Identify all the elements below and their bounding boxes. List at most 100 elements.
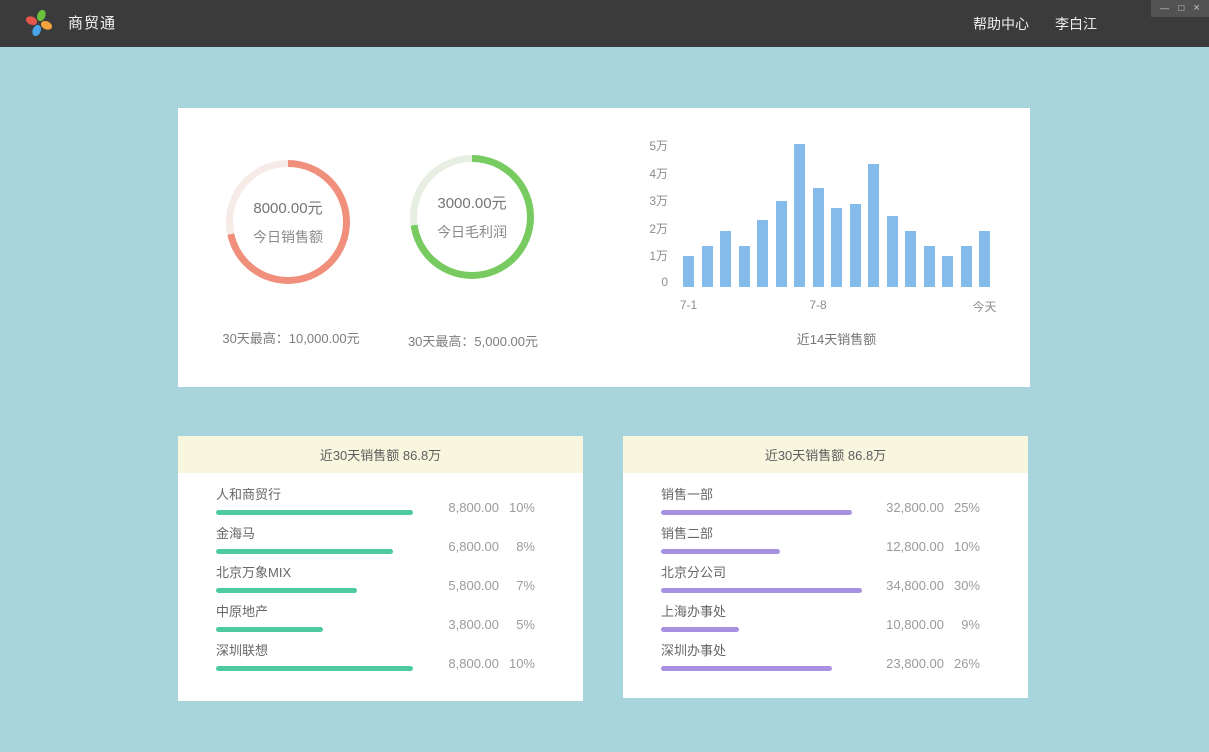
item-name: 人和商贸行 [216, 484, 417, 503]
sales-percent: 30% [944, 578, 980, 593]
progress-bar [216, 627, 323, 632]
item-name: 金海马 [216, 523, 417, 542]
today-profit-30d-max: 30天最高：5,000.00元 [383, 331, 563, 350]
bar-chart-title: 近14天销售额 [683, 329, 990, 348]
list-item: 中原地产3,800.005% [216, 607, 535, 632]
sales-percent: 7% [499, 578, 535, 593]
sales-bar [831, 208, 842, 287]
y-axis-tick: 1万 [626, 247, 668, 264]
item-figures: 8,800.0010% [417, 656, 535, 671]
y-axis-tick: 5万 [626, 137, 668, 154]
y-axis-tick: 4万 [626, 165, 668, 182]
sales-bar [739, 246, 750, 287]
overview-card: 8000.00元 今日销售额 30天最高：10,000.00元 3000.00元… [178, 108, 1030, 387]
close-button[interactable]: × [1193, 0, 1199, 17]
sales-value: 3,800.00 [417, 617, 499, 632]
app-logo-icon [24, 8, 54, 38]
item-name: 销售一部 [661, 484, 862, 503]
titlebar: 商贸通 帮助中心 李白江 — □ × [0, 0, 1209, 47]
sales-percent: 10% [499, 656, 535, 671]
item-figures: 10,800.009% [862, 617, 980, 632]
customers-panel-body: 人和商贸行8,800.0010%金海马6,800.008%北京万象MIX5,80… [178, 473, 583, 671]
sales-bar [794, 144, 805, 287]
progress-bar [661, 588, 862, 593]
progress-bar [216, 588, 357, 593]
item-figures: 23,800.0026% [862, 656, 980, 671]
progress-bar [661, 549, 780, 554]
item-name: 北京万象MIX [216, 562, 417, 581]
today-profit-label: 今日毛利润 [437, 222, 507, 242]
sales-bar-plot [683, 144, 990, 287]
sales-bar [924, 246, 935, 287]
sales-bar [683, 256, 694, 287]
progress-bar [661, 627, 739, 632]
sales-bar [757, 220, 768, 287]
today-sales-label: 今日销售额 [253, 227, 323, 247]
sales-value: 6,800.00 [417, 539, 499, 554]
today-sales-value: 8000.00元 [253, 197, 322, 218]
progress-bar [216, 549, 393, 554]
sales-value: 12,800.00 [862, 539, 944, 554]
y-axis-tick: 0 [626, 275, 668, 289]
minimize-button[interactable]: — [1160, 0, 1169, 17]
sales-bar [961, 246, 972, 287]
progress-bar [661, 510, 852, 515]
list-item: 北京分公司34,800.0030% [661, 568, 980, 593]
item-name: 深圳办事处 [661, 640, 862, 659]
sales-bar [720, 231, 731, 287]
item-name: 深圳联想 [216, 640, 417, 659]
item-name: 北京分公司 [661, 562, 862, 581]
customers-sales-panel: 近30天销售额 86.8万 人和商贸行8,800.0010%金海马6,800.0… [178, 436, 583, 701]
list-item: 销售二部12,800.0010% [661, 529, 980, 554]
list-item: 销售一部32,800.0025% [661, 490, 980, 515]
sales-bar [942, 256, 953, 287]
sales-value: 23,800.00 [862, 656, 944, 671]
list-item: 上海办事处10,800.009% [661, 607, 980, 632]
sales-bar [850, 204, 861, 287]
today-sales-30d-max: 30天最高：10,000.00元 [201, 328, 381, 347]
departments-panel-body: 销售一部32,800.0025%销售二部12,800.0010%北京分公司34,… [623, 473, 1028, 671]
item-figures: 12,800.0010% [862, 539, 980, 554]
sales-percent: 25% [944, 500, 980, 515]
item-figures: 6,800.008% [417, 539, 535, 554]
sales-bar [887, 216, 898, 288]
list-item: 人和商贸行8,800.0010% [216, 490, 535, 515]
item-figures: 34,800.0030% [862, 578, 980, 593]
bar-chart-y-axis: 5万4万3万2万1万0 [626, 144, 668, 287]
sales-value: 8,800.00 [417, 500, 499, 515]
x-axis-tick: 今天 [963, 298, 1007, 315]
item-name: 中原地产 [216, 601, 417, 620]
window-controls: — □ × [1151, 0, 1209, 17]
item-figures: 32,800.0025% [862, 500, 980, 515]
sales-bar [702, 246, 713, 287]
item-name: 上海办事处 [661, 601, 862, 620]
sales-percent: 10% [499, 500, 535, 515]
user-name[interactable]: 李白江 [1055, 14, 1097, 34]
departments-panel-header: 近30天销售额 86.8万 [623, 436, 1028, 473]
sales-value: 5,800.00 [417, 578, 499, 593]
list-item: 北京万象MIX5,800.007% [216, 568, 535, 593]
progress-bar [216, 510, 413, 515]
list-item: 深圳联想8,800.0010% [216, 646, 535, 671]
item-name: 销售二部 [661, 523, 862, 542]
item-figures: 3,800.005% [417, 617, 535, 632]
today-sales-gauge: 8000.00元 今日销售额 [226, 160, 350, 284]
y-axis-tick: 3万 [626, 192, 668, 209]
help-center-link[interactable]: 帮助中心 [973, 14, 1029, 34]
progress-bar [661, 666, 832, 671]
app-title: 商贸通 [68, 0, 116, 47]
sales-value: 34,800.00 [862, 578, 944, 593]
sales-percent: 8% [499, 539, 535, 554]
sales-bar [905, 231, 916, 287]
sales-value: 32,800.00 [862, 500, 944, 515]
sales-bar [776, 201, 787, 287]
item-figures: 8,800.0010% [417, 500, 535, 515]
sales-percent: 26% [944, 656, 980, 671]
x-axis-tick: 7-8 [796, 298, 840, 312]
sales-value: 10,800.00 [862, 617, 944, 632]
sales-bar [868, 164, 879, 287]
maximize-button[interactable]: □ [1178, 0, 1184, 17]
sales-bar [813, 188, 824, 287]
list-item: 金海马6,800.008% [216, 529, 535, 554]
sales-percent: 9% [944, 617, 980, 632]
